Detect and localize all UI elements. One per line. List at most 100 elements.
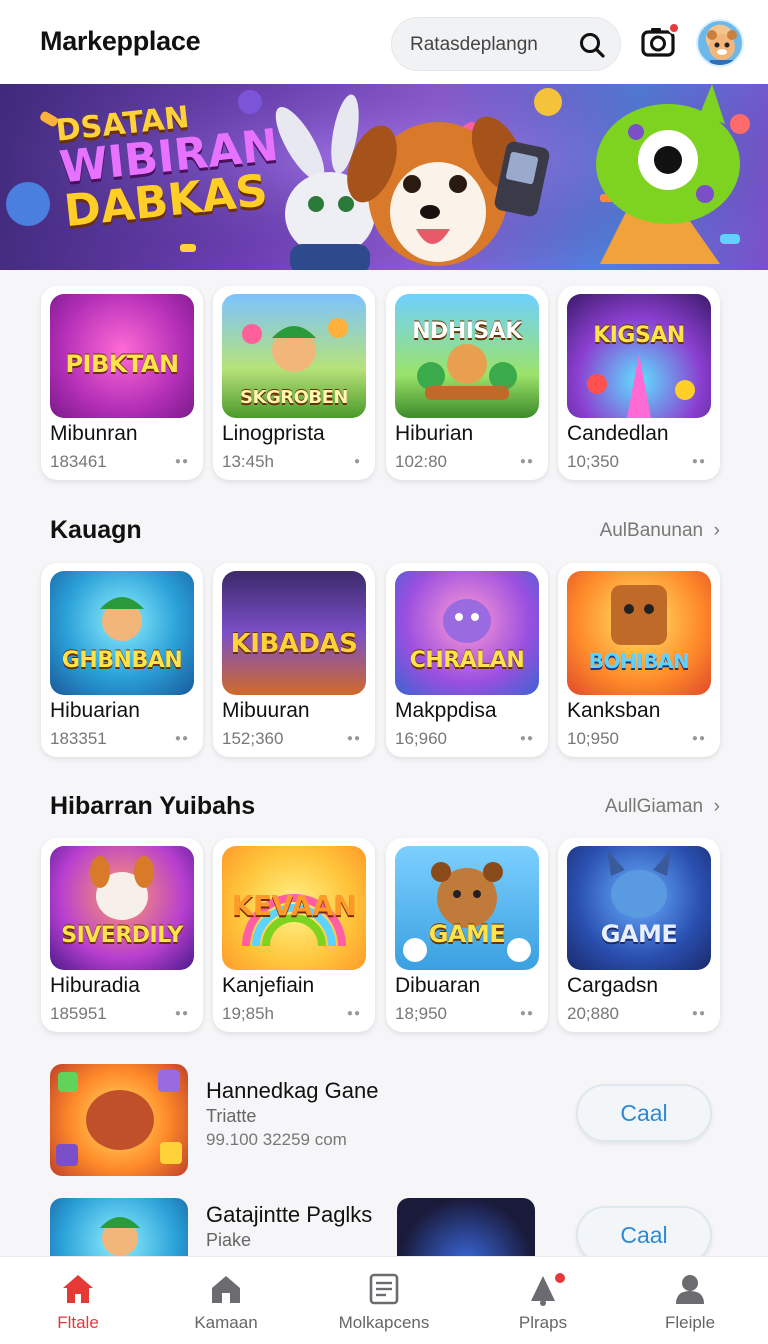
game-card[interactable]: BOHIBAN Kanksban 10;950 ●●	[558, 563, 720, 757]
character-illustration	[611, 585, 667, 645]
bottom-navigation: Fltale Kamaan Molkapcens Plraps Fleiple	[0, 1256, 768, 1344]
game-card[interactable]: PIBKTAN Mibunran 183461 ●●	[41, 286, 203, 480]
game-card[interactable]: KIGSAN Candedlan 10;350 ●●	[558, 286, 720, 480]
game-card[interactable]: GAME Cargadsn 20;880 ●●	[558, 838, 720, 1032]
game-card[interactable]: CHRALAN Makppdisa 16;960 ●●	[386, 563, 548, 757]
game-count: 13:45h	[222, 452, 274, 471]
game-card[interactable]: SIVERDILY Hiburadia 185951 ●●	[41, 838, 203, 1032]
game-count: 183461	[50, 452, 107, 471]
section-title: Hibarran Yuibahs	[50, 792, 256, 820]
notification-badge	[668, 22, 680, 34]
game-thumbnail: GHBNBAN	[50, 571, 194, 695]
game-thumbnail: SKGROBEN	[222, 294, 366, 418]
game-art-title: SKGROBEN	[240, 387, 348, 408]
call-button[interactable]: Caal	[576, 1084, 712, 1142]
game-card[interactable]: KEVAAN Kanjefiain 19;85h ●●	[213, 838, 375, 1032]
see-all-link[interactable]: AulBanunan ›	[600, 520, 720, 542]
notification-badge	[553, 1271, 567, 1285]
list-item[interactable]: Gatajintte Paglks Piake Caal	[40, 1188, 730, 1256]
nav-label: Kamaan	[194, 1313, 258, 1332]
more-options-icon[interactable]: ●●	[692, 733, 706, 744]
bear-illustration	[403, 862, 531, 962]
search-input[interactable]	[410, 32, 570, 58]
nav-item-molkapcens[interactable]: Molkapcens	[324, 1257, 444, 1344]
game-name: Kanksban	[567, 699, 661, 722]
see-all-label: AullGiaman	[604, 796, 704, 817]
game-card[interactable]: SKGROBEN Linogprista 13:45h ●	[213, 286, 375, 480]
search-icon[interactable]	[578, 31, 606, 59]
game-thumbnail: KIGSAN	[567, 294, 711, 418]
character-illustration	[100, 1217, 140, 1256]
nav-label: Plraps	[518, 1313, 568, 1332]
game-count: 152;360	[222, 729, 284, 748]
game-thumbnail: PIBKTAN	[50, 294, 194, 418]
call-button[interactable]: Caal	[576, 1206, 712, 1256]
more-options-icon[interactable]: ●●	[520, 733, 534, 744]
game-name: Makppdisa	[395, 699, 497, 722]
game-count: 10;350	[567, 452, 619, 471]
game-count: 20;880	[567, 1004, 619, 1023]
nav-label: Molkapcens	[338, 1313, 430, 1332]
game-card[interactable]: KIBADAS Mibuuran 152;360 ●●	[213, 563, 375, 757]
document-icon	[369, 1273, 399, 1305]
row-meta: 99.100 32259 com	[206, 1130, 347, 1149]
game-thumbnail: KIBADAS	[222, 571, 366, 695]
section-title: Kauagn	[50, 516, 142, 544]
more-options-icon[interactable]: ●●	[520, 456, 534, 467]
nav-item-profile[interactable]: Fleiple	[630, 1257, 750, 1344]
game-name: Hiburadia	[50, 974, 140, 997]
more-options-icon[interactable]: ●●	[175, 1008, 189, 1019]
game-count: 18;950	[395, 1004, 447, 1023]
more-options-icon[interactable]: ●●	[520, 1008, 534, 1019]
more-options-icon[interactable]: ●●	[347, 1008, 361, 1019]
game-art-title: GAME	[600, 920, 678, 948]
game-name: Hiburian	[395, 422, 474, 445]
game-name: Linogprista	[222, 422, 325, 445]
game-card[interactable]: GHBNBAN Hibuarian 183351 ●●	[41, 563, 203, 757]
row-subtitle: Triatte	[206, 1106, 257, 1126]
promo-banner[interactable]: DSATAN WIBIRAN DABKAS	[0, 84, 768, 270]
game-art-title: PIBKTAN	[65, 350, 179, 378]
list-item[interactable]: Hannedkag Gane Triatte 99.100 32259 com …	[40, 1064, 730, 1192]
nav-item-plraps[interactable]: Plraps	[483, 1257, 603, 1344]
nav-label: Fleiple	[664, 1313, 716, 1332]
game-art-title: NDHISAK	[412, 319, 522, 344]
more-options-icon[interactable]: ●●	[175, 456, 189, 467]
game-name: Dibuaran	[395, 974, 481, 997]
see-all-link[interactable]: AullGiaman ›	[605, 796, 720, 818]
game-thumbnail: BOHIBAN	[567, 571, 711, 695]
app-title: Markepplace	[40, 26, 201, 56]
game-thumbnail: SIVERDILY	[50, 846, 194, 970]
more-options-icon[interactable]: ●●	[692, 456, 706, 467]
game-thumbnail: GAME	[567, 846, 711, 970]
more-options-icon[interactable]: ●●	[347, 733, 361, 744]
more-options-icon[interactable]: ●	[354, 456, 361, 467]
nav-item-kamaan[interactable]: Kamaan	[166, 1257, 286, 1344]
more-options-icon[interactable]: ●●	[692, 1008, 706, 1019]
game-thumbnail-secondary	[397, 1198, 535, 1256]
more-options-icon[interactable]: ●●	[175, 733, 189, 744]
game-name: Hibuarian	[50, 699, 140, 722]
game-art-title: KIGSAN	[593, 323, 685, 348]
game-card[interactable]: GAME Dibuaran 18;950 ●●	[386, 838, 548, 1032]
game-name: Cargadsn	[567, 974, 659, 997]
game-count: 16;960	[395, 729, 447, 748]
character-illustration	[100, 597, 144, 641]
search-bar[interactable]	[391, 17, 621, 71]
profile-icon	[676, 1275, 704, 1304]
chevron-right-icon: ›	[713, 520, 720, 541]
scene-illustration	[587, 354, 695, 418]
nav-item-home[interactable]: Fltale	[18, 1257, 138, 1344]
game-thumbnail: NDHISAK	[395, 294, 539, 418]
chevron-right-icon: ›	[713, 796, 720, 817]
game-art-title: GHBNBAN	[61, 648, 183, 673]
character-illustration	[90, 856, 154, 920]
game-card[interactable]: NDHISAK Hiburian 102:80 ●●	[386, 286, 548, 480]
game-art-title: GAME	[428, 920, 506, 948]
avatar[interactable]	[696, 19, 744, 67]
game-name: Mibuuran	[222, 699, 310, 722]
game-thumbnail	[50, 1064, 188, 1176]
row-subtitle: Piake	[206, 1230, 252, 1250]
game-thumbnail: GAME	[395, 846, 539, 970]
home-icon	[63, 1275, 93, 1303]
